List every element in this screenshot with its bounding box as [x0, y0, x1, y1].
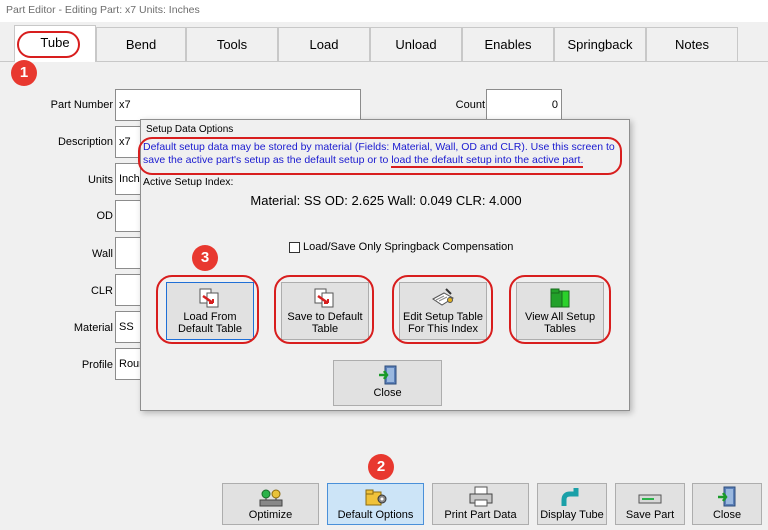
- load-from-default-label-2: Default Table: [177, 323, 242, 335]
- tab-strip: Tube Bend Tools Load Unload Enables Spri…: [0, 25, 768, 62]
- active-setup-index-label: Active Setup Index:: [143, 176, 234, 188]
- print-part-data-button[interactable]: Print Part Data: [432, 483, 529, 525]
- tab-enables[interactable]: Enables: [462, 27, 554, 62]
- springback-only-checkbox-row[interactable]: Load/Save Only Springback Compensation: [289, 241, 513, 253]
- annotation-badge-1: 1: [11, 60, 37, 86]
- clr-label: CLR: [90, 285, 113, 297]
- tab-tools[interactable]: Tools: [186, 27, 278, 62]
- default-options-button[interactable]: Default Options: [327, 483, 424, 525]
- material-label: Material: [73, 322, 113, 334]
- close-label: Close: [712, 509, 742, 521]
- tab-tube[interactable]: Tube: [14, 25, 96, 62]
- springback-only-checkbox[interactable]: [289, 241, 300, 253]
- exit-door-icon: [378, 365, 396, 385]
- dialog-close-button[interactable]: Close: [333, 360, 442, 406]
- edit-setup-table-button[interactable]: Edit Setup Table For This Index: [399, 282, 487, 340]
- load-from-default-table-button[interactable]: Load From Default Table: [166, 282, 254, 340]
- copy-pages-icon: [314, 288, 334, 308]
- save-part-button[interactable]: Save Part: [615, 483, 685, 525]
- springback-only-label: Load/Save Only Springback Compensation: [303, 241, 514, 253]
- part-number-input[interactable]: x7: [115, 89, 361, 121]
- folder-gear-icon: [365, 489, 386, 506]
- annotation-badge-3: 3: [192, 245, 218, 271]
- profile-label: Profile: [81, 359, 113, 371]
- part-number-label: Part Number: [50, 99, 113, 111]
- dialog-title: Setup Data Options: [146, 124, 234, 135]
- optimize-label: Optimize: [248, 509, 293, 521]
- tab-springback[interactable]: Springback: [554, 27, 646, 62]
- count-label: Count: [455, 99, 485, 111]
- annotation-badge-2: 2: [368, 454, 394, 480]
- bent-tube-icon: [561, 488, 579, 506]
- tab-load[interactable]: Load: [278, 27, 370, 62]
- count-input[interactable]: 0: [486, 89, 562, 121]
- tab-unload[interactable]: Unload: [370, 27, 462, 62]
- description-label: Description: [57, 136, 113, 148]
- exit-door-icon: [718, 486, 736, 507]
- disk-drive-icon: [638, 494, 662, 504]
- wall-label: Wall: [92, 248, 113, 260]
- close-button[interactable]: Close: [692, 483, 762, 525]
- view-all-setup-label-1: View All Setup: [524, 311, 596, 323]
- print-part-data-label: Print Part Data: [444, 509, 517, 521]
- view-all-setup-label-2: Tables: [544, 323, 576, 335]
- od-label: OD: [96, 210, 114, 222]
- folder-icon: [550, 288, 570, 308]
- save-to-default-label-2: Table: [311, 323, 339, 335]
- optimize-gears-icon: [259, 489, 282, 507]
- dialog-description-highlight: load the default setup into the active p…: [391, 154, 584, 168]
- tab-notes[interactable]: Notes: [646, 27, 738, 62]
- view-all-setup-tables-button[interactable]: View All Setup Tables: [516, 282, 604, 340]
- window-title: Part Editor - Editing Part: x7 Units: In…: [0, 0, 768, 22]
- save-part-label: Save Part: [625, 509, 675, 521]
- save-to-default-table-button[interactable]: Save to Default Table: [281, 282, 369, 340]
- active-setup-values: Material: SS OD: 2.625 Wall: 0.049 CLR: …: [250, 193, 522, 208]
- save-to-default-label-1: Save to Default: [287, 311, 363, 323]
- units-label: Units: [87, 174, 113, 186]
- load-from-default-label-1: Load From: [183, 311, 237, 323]
- tab-bend[interactable]: Bend: [96, 27, 186, 62]
- optimize-button[interactable]: Optimize: [222, 483, 319, 525]
- edit-setup-table-label-1: Edit Setup Table: [403, 311, 483, 323]
- edit-setup-table-label-2: For This Index: [407, 323, 479, 335]
- printer-icon: [469, 486, 492, 507]
- dialog-description: Default setup data may be stored by mate…: [143, 141, 623, 168]
- default-options-label: Default Options: [337, 509, 414, 521]
- notepad-edit-icon: [432, 288, 454, 306]
- setup-data-options-dialog: Setup Data Options Default setup data ma…: [138, 119, 630, 411]
- dialog-close-label: Close: [373, 387, 402, 399]
- copy-pages-icon: [199, 288, 219, 308]
- display-tube-label: Display Tube: [540, 509, 604, 521]
- display-tube-button[interactable]: Display Tube: [537, 483, 607, 525]
